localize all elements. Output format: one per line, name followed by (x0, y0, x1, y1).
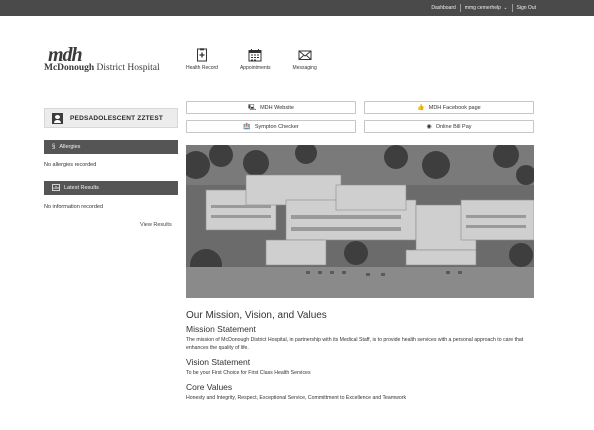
results-title: Latest Results (64, 185, 99, 191)
allergies-title: Allergies (59, 144, 81, 150)
top-links: Dashboard mmg cernerhelp ⌄ Sign Out (431, 0, 536, 16)
symptom-checker-button[interactable]: 🏥 Sympton Checker (186, 120, 356, 133)
allergies-empty: No allergies recorded (44, 162, 97, 168)
button-label: Sympton Checker (254, 123, 299, 130)
monitor-icon: 🖳 (248, 104, 257, 111)
nav-label: Health Record (186, 65, 218, 71)
user-menu[interactable]: mmg cernerhelp ⌄ (465, 5, 508, 11)
nav-appointments[interactable]: Appointments (240, 48, 271, 71)
chart-icon (52, 183, 60, 193)
user-name: mmg cernerhelp (464, 5, 501, 11)
divider (511, 4, 513, 12)
allergy-icon: § (52, 144, 56, 150)
mdh-website-button[interactable]: 🖳 MDH Website (186, 101, 356, 114)
allergies-header[interactable]: § Allergies (44, 140, 178, 154)
results-empty: No information recorded (44, 204, 104, 210)
calendar-icon (248, 49, 262, 62)
thumbs-up-icon: 👍 (417, 105, 425, 111)
avatar (52, 112, 63, 124)
logo-name-rest: District Hospital (94, 63, 160, 73)
hospital-icon: 🏥 (243, 124, 251, 130)
mission-text: The mission of McDonough District Hospit… (186, 337, 524, 351)
logo-name: McDonough District Hospital (44, 63, 160, 73)
dashboard-link[interactable]: Dashboard (431, 5, 455, 11)
health-record-icon (196, 48, 207, 62)
nav-messaging[interactable]: Messaging (293, 48, 317, 71)
envelope-icon (298, 50, 312, 60)
logo-name-bold: McDonough (44, 63, 95, 73)
main-nav: Health Record Appointments Messaging (186, 48, 339, 71)
button-label: Online Bill Pay (435, 123, 472, 130)
vision-text: To be your First Choice for First Class … (186, 370, 311, 376)
clock-icon: ◉ (426, 124, 432, 130)
vision-heading: Vision Statement (186, 357, 251, 367)
hospital-logo[interactable]: mdh McDonough District Hospital (44, 44, 180, 76)
chevron-down-icon: ⌄ (503, 5, 508, 11)
results-header[interactable]: Latest Results (44, 181, 178, 195)
patient-name: PEDSADOLESCENT ZZTEST (70, 114, 164, 122)
facebook-button[interactable]: 👍 MDH Facebook page (364, 101, 534, 114)
bill-pay-button[interactable]: ◉ Online Bill Pay (364, 120, 534, 133)
view-results-link[interactable]: View Results (140, 222, 172, 228)
button-label: MDH Website (260, 104, 294, 111)
section-title: Our Mission, Vision, and Values (186, 310, 327, 321)
sign-out-link[interactable]: Sign Out (517, 5, 536, 11)
divider (459, 4, 461, 12)
mission-section: Our Mission, Vision, and Values Mission … (186, 310, 546, 402)
nav-health-record[interactable]: Health Record (186, 48, 218, 71)
nav-label: Messaging (292, 65, 317, 71)
mission-heading: Mission Statement (186, 324, 256, 334)
top-bar: Dashboard mmg cernerhelp ⌄ Sign Out (0, 0, 594, 16)
button-label: MDH Facebook page (428, 104, 481, 111)
nav-label: Appointments (239, 65, 271, 71)
hospital-aerial-photo (186, 145, 534, 298)
values-heading: Core Values (186, 382, 233, 392)
patient-card[interactable]: PEDSADOLESCENT ZZTEST (44, 108, 178, 128)
values-text: Honesty and Integrity, Respect, Exceptio… (186, 395, 407, 401)
